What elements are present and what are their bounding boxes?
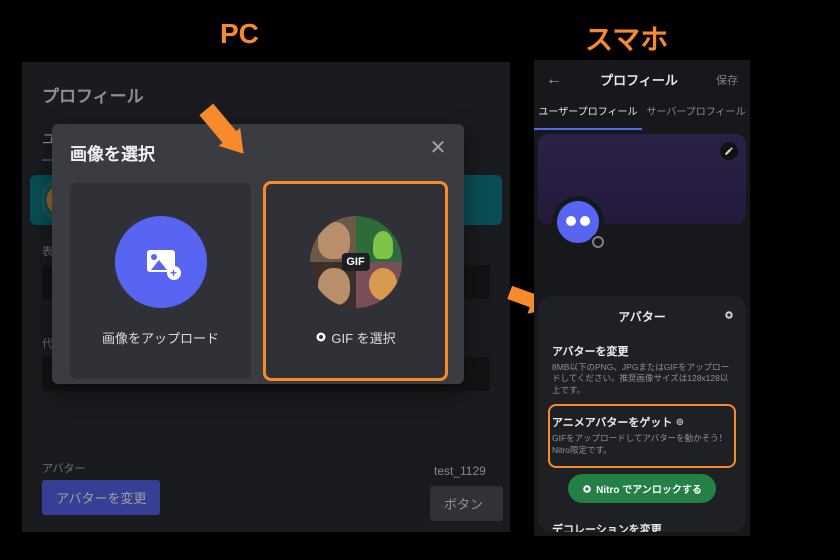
select-gif-card[interactable]: GIF GIF を選択 [265, 183, 446, 379]
nitro-unlock-button[interactable]: Nitro でアンロックする [568, 474, 716, 503]
close-icon[interactable]: ✕ [426, 136, 450, 160]
item-description: GIFをアップロードしてアバターを動かそう！Nitro限定です。 [552, 433, 732, 456]
smartphone-profile-screen: ← プロフィール 保存 ユーザープロフィール サーバープロフィール アバター ア… [534, 60, 750, 536]
change-decoration-item[interactable]: デコレーションを変更 [550, 521, 734, 532]
preview-username: test_1129 [434, 464, 486, 478]
nitro-icon: ◎ [676, 417, 683, 426]
nitro-icon [724, 310, 734, 320]
select-image-modal: 画像を選択 ✕ + 画像をアップロード GIF GIF を選択 [52, 124, 464, 384]
profile-banner[interactable] [538, 134, 746, 224]
heading-pc: PC [220, 18, 259, 50]
gif-chip: GIF [341, 253, 369, 271]
item-title: アバターを変更 [552, 343, 732, 359]
avatar-wrap[interactable] [552, 196, 604, 248]
upload-circle: + [115, 216, 207, 308]
page-title: プロフィール [22, 62, 510, 107]
change-avatar-item[interactable]: アバターを変更 8MB以下のPNG、JPGまたはGIFをアップロードしてください… [550, 335, 734, 406]
nitro-icon [582, 484, 592, 494]
tab-user-profile[interactable]: ユーザープロフィール [534, 95, 642, 130]
avatar-label: アバター [42, 460, 86, 476]
select-gif-label: GIF を選択 [315, 328, 395, 347]
back-icon[interactable]: ← [546, 71, 562, 89]
item-description: 8MB以下のPNG、JPGまたはGIFをアップロードしてください。推奨画像サイズ… [552, 362, 732, 396]
image-plus-icon: + [147, 250, 175, 274]
status-indicator-icon [590, 234, 606, 250]
upload-image-label: 画像をアップロード [102, 328, 219, 347]
page-title: プロフィール [600, 70, 678, 89]
avatar-sheet: アバター アバターを変更 8MB以下のPNG、JPGまたはGIFをアップロードし… [538, 296, 746, 532]
nitro-icon [315, 331, 327, 343]
sheet-title: アバター [550, 308, 734, 325]
change-avatar-button[interactable]: アバターを変更 [42, 480, 160, 515]
animated-avatar-item[interactable]: アニメアバターをゲット◎ GIFをアップロードしてアバターを動かそう！Nitro… [550, 406, 734, 466]
tab-server-profile[interactable]: サーバープロフィール [642, 95, 750, 130]
edit-banner-icon[interactable] [720, 142, 738, 160]
modal-title: 画像を選択 [70, 140, 446, 165]
upload-image-card[interactable]: + 画像をアップロード [70, 183, 251, 379]
item-title: アニメアバターをゲット◎ [552, 414, 732, 430]
save-button[interactable]: 保存 [716, 72, 738, 88]
preview-secondary-button[interactable]: ボタン [430, 486, 503, 521]
gif-preview-icon: GIF [310, 216, 402, 308]
heading-smartphone: スマホ [585, 18, 668, 58]
